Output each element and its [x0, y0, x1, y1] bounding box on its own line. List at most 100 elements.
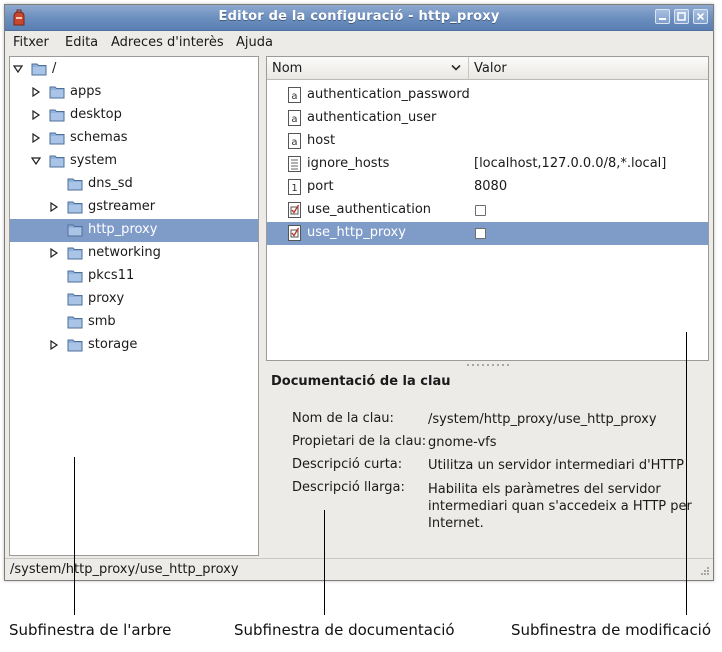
svg-text:1: 1 [291, 183, 297, 194]
key-name: ignore_hosts [307, 156, 390, 171]
expander-closed-icon[interactable] [31, 87, 41, 97]
status-bar: /system/http_proxy/use_http_proxy [5, 558, 713, 581]
key-row-authentication-password[interactable]: a authentication_password [267, 84, 708, 107]
tree-item-storage[interactable]: storage [10, 334, 258, 357]
doc-key-name-value: /system/http_proxy/use_http_proxy [428, 412, 657, 427]
tree-item-label: apps [70, 84, 102, 99]
tree-pane[interactable]: / apps desktop schemas system dns_sd gstreamer… [9, 56, 259, 556]
key-type-boolean-icon [288, 202, 301, 218]
svg-text:a: a [291, 137, 297, 148]
annotation-doc-pane: Subfinestra de documentació [234, 621, 455, 639]
folder-icon [49, 132, 65, 145]
close-button[interactable] [693, 9, 708, 24]
annotation-tree-pane: Subfinestra de l'arbre [9, 621, 172, 639]
key-row-host[interactable]: a host [267, 130, 708, 153]
key-name: port [307, 179, 334, 194]
column-header-value[interactable]: Valor [469, 57, 708, 80]
tree-item-proxy[interactable]: proxy [10, 288, 258, 311]
column-header-name[interactable]: Nom [267, 57, 469, 80]
expander-open-icon[interactable] [13, 64, 23, 74]
tree-item-label: http_proxy [88, 222, 158, 237]
folder-icon [67, 293, 83, 306]
expander-open-icon[interactable] [31, 156, 41, 166]
doc-long-desc-line: Habilita els paràmetres del servidor [428, 482, 661, 497]
key-row-ignore-hosts[interactable]: ignore_hosts [localhost,127.0.0.0/8,*.loc… [267, 153, 708, 176]
folder-icon [67, 270, 83, 283]
expander-closed-icon[interactable] [49, 340, 59, 350]
tree-item-root[interactable]: / [10, 58, 258, 81]
menu-ajuda[interactable]: Ajuda [236, 35, 273, 50]
svg-text:a: a [291, 91, 297, 102]
expander-closed-icon[interactable] [49, 202, 59, 212]
column-header-value-label: Valor [474, 61, 507, 76]
expander-closed-icon[interactable] [31, 110, 41, 120]
tree-item-http-proxy[interactable]: http_proxy [10, 219, 258, 242]
menu-fitxer[interactable]: Fitxer [13, 35, 49, 50]
tree-item-label: schemas [70, 130, 128, 145]
folder-icon [49, 86, 65, 99]
key-list-pane[interactable]: Nom Valor a authentication_password a authe… [266, 56, 709, 361]
tree-item-system[interactable]: system [10, 150, 258, 173]
menu-bar: Fitxer Edita Adreces d'interès Ajuda [5, 30, 713, 54]
expander-closed-icon[interactable] [49, 248, 59, 258]
tree-item-dns-sd[interactable]: dns_sd [10, 173, 258, 196]
doc-short-desc-label: Descripció curta: [292, 457, 403, 472]
folder-icon [67, 247, 83, 260]
key-row-use-authentication[interactable]: use_authentication [267, 199, 708, 222]
minimize-button[interactable] [655, 9, 670, 24]
key-name: use_authentication [307, 202, 432, 217]
key-value-checkbox[interactable] [475, 205, 486, 216]
menu-adreces[interactable]: Adreces d'interès [111, 35, 224, 50]
resize-grip-icon[interactable] [698, 566, 710, 578]
folder-icon [67, 339, 83, 352]
tree-item-label: / [52, 61, 57, 76]
key-row-port[interactable]: 1 port 8080 [267, 176, 708, 199]
key-name: host [307, 133, 336, 148]
key-type-string-icon: a [288, 110, 301, 126]
folder-icon [67, 178, 83, 191]
tree-item-label: storage [88, 337, 138, 352]
folder-icon [67, 201, 83, 214]
annotation-line-doc [324, 510, 325, 615]
annotation-modify-pane: Subfinestra de modificació [511, 621, 712, 639]
tree-item-gstreamer[interactable]: gstreamer [10, 196, 258, 219]
menu-edita[interactable]: Edita [65, 35, 98, 50]
tree-item-schemas[interactable]: schemas [10, 127, 258, 150]
doc-title: Documentació de la clau [271, 374, 451, 389]
minimize-icon [659, 18, 666, 20]
pane-splitter-handle[interactable] [467, 364, 513, 368]
key-row-authentication-user[interactable]: a authentication_user [267, 107, 708, 130]
maximize-button[interactable] [674, 9, 689, 24]
doc-long-desc-line: Internet. [428, 516, 484, 531]
tree-item-label: pkcs11 [88, 268, 135, 283]
doc-owner-label: Propietari de la clau: [292, 434, 427, 449]
tree-item-apps[interactable]: apps [10, 81, 258, 104]
annotation-line-modify [686, 332, 687, 615]
expander-closed-icon[interactable] [31, 133, 41, 143]
svg-text:a: a [291, 114, 297, 125]
tree-item-desktop[interactable]: desktop [10, 104, 258, 127]
maximize-icon [677, 12, 686, 21]
key-row-use-http-proxy[interactable]: use_http_proxy [267, 222, 708, 245]
tree-item-label: networking [88, 245, 161, 260]
tree-item-label: dns_sd [88, 176, 133, 191]
folder-open-icon [49, 155, 65, 168]
key-type-list-icon [288, 156, 301, 172]
key-type-string-icon: a [288, 133, 301, 149]
key-type-string-icon: a [288, 87, 301, 103]
key-value[interactable]: [localhost,127.0.0.0/8,*.local] [474, 156, 666, 171]
tree-item-label: proxy [88, 291, 125, 306]
doc-long-desc-label: Descripció llarga: [292, 480, 405, 495]
key-value[interactable]: 8080 [474, 179, 507, 194]
title-bar[interactable]: Editor de la configuració - http_proxy [5, 5, 713, 31]
sort-chevron-down-icon [451, 64, 461, 71]
key-value-checkbox[interactable] [475, 228, 486, 239]
tree-item-pkcs11[interactable]: pkcs11 [10, 265, 258, 288]
tree-item-smb[interactable]: smb [10, 311, 258, 334]
tree-item-networking[interactable]: networking [10, 242, 258, 265]
application-window: Editor de la configuració - http_proxy F… [4, 4, 714, 581]
close-icon [696, 12, 705, 21]
key-type-integer-icon: 1 [288, 179, 301, 195]
key-type-boolean-icon [288, 225, 301, 241]
doc-long-desc-line: intermediari quan s'accedeix a HTTP per [428, 499, 692, 514]
